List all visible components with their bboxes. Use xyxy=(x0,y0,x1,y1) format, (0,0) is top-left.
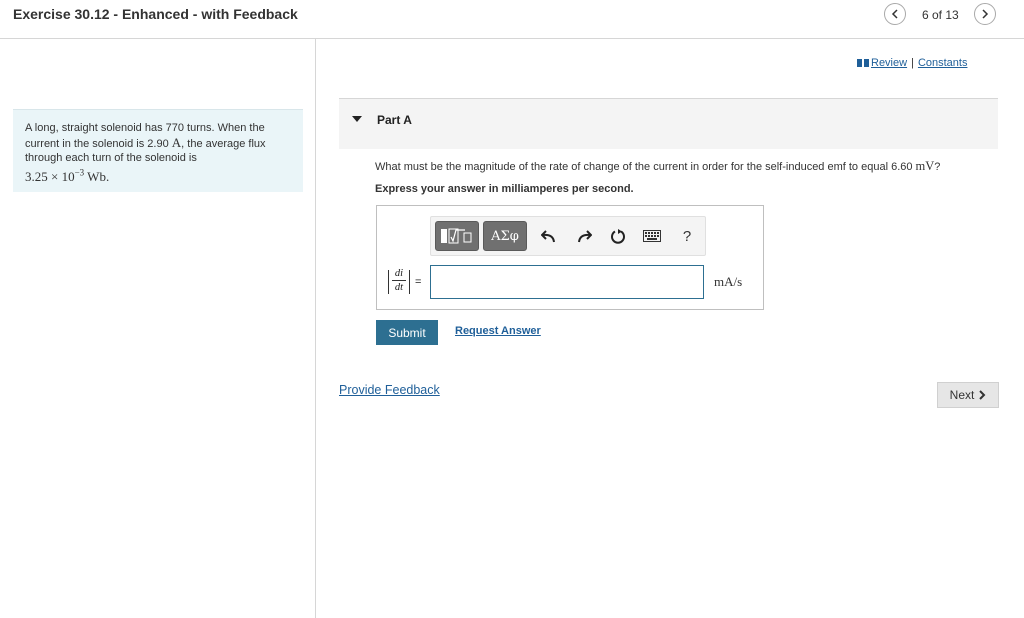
undo-icon xyxy=(541,230,555,243)
next-label: Next xyxy=(949,388,975,402)
reset-button[interactable] xyxy=(608,226,628,246)
page-count: 6 of 13 xyxy=(922,8,959,22)
template-icon xyxy=(441,228,472,244)
abs-bar-left xyxy=(388,270,389,294)
next-chevron-icon xyxy=(979,390,986,400)
redo-icon xyxy=(578,230,592,243)
chevron-left-icon xyxy=(891,9,898,19)
fraction-numerator: di xyxy=(394,268,404,279)
request-answer-link[interactable]: Request Answer xyxy=(455,325,541,337)
current-unit: A xyxy=(171,134,182,150)
next-item-button[interactable] xyxy=(974,3,996,25)
help-icon[interactable]: ? xyxy=(677,226,697,246)
question-body: What must be the magnitude of the rate o… xyxy=(375,161,916,173)
abs-bar-right xyxy=(409,270,410,294)
flux-value: 3.25 × 10−3 Wb. xyxy=(25,167,110,184)
greek-symbols-button[interactable]: ΑΣφ xyxy=(483,221,527,251)
review-links: Review | Constants xyxy=(857,57,967,69)
formula-label: di dt = xyxy=(386,268,426,298)
derivative-fraction: di dt xyxy=(392,268,406,293)
question-text: What must be the magnitude of the rate o… xyxy=(375,159,940,174)
reset-icon xyxy=(611,229,625,244)
book-icon xyxy=(857,59,869,68)
exercise-title: Exercise 30.12 - Enhanced - with Feedbac… xyxy=(13,6,298,22)
header-bar: Exercise 30.12 - Enhanced - with Feedbac… xyxy=(0,0,1024,39)
problem-statement: A long, straight solenoid has 770 turns.… xyxy=(13,109,303,192)
provide-feedback-link[interactable]: Provide Feedback xyxy=(339,383,440,397)
next-button[interactable]: Next xyxy=(937,382,999,408)
undo-button[interactable] xyxy=(539,226,559,246)
column-divider xyxy=(315,38,316,618)
keyboard-icon xyxy=(643,230,661,242)
part-a-header[interactable]: Part A xyxy=(339,99,998,149)
question-unit: mV xyxy=(915,159,935,173)
equals-sign: = xyxy=(415,276,422,288)
redo-button[interactable] xyxy=(574,226,594,246)
submit-button[interactable]: Submit xyxy=(376,320,438,345)
fraction-denominator: dt xyxy=(394,282,404,293)
instruction-text: Express your answer in milliamperes per … xyxy=(375,183,634,195)
review-link[interactable]: Review xyxy=(871,57,907,69)
answer-input[interactable] xyxy=(430,265,704,299)
answer-units: mA/s xyxy=(714,274,743,289)
constants-link[interactable]: Constants xyxy=(918,57,968,69)
templates-button[interactable] xyxy=(435,221,479,251)
flux-unit: Wb. xyxy=(84,168,110,184)
part-title: Part A xyxy=(377,113,412,127)
link-separator: | xyxy=(911,57,914,69)
flux-mantissa: 3.25 × 10 xyxy=(25,168,75,184)
question-end: ? xyxy=(934,161,941,173)
flux-exponent: −3 xyxy=(74,167,85,178)
chevron-right-icon xyxy=(982,9,989,19)
keyboard-button[interactable] xyxy=(642,226,662,246)
fraction-line xyxy=(392,280,406,281)
caret-down-icon xyxy=(352,116,362,122)
previous-button[interactable] xyxy=(884,3,906,25)
